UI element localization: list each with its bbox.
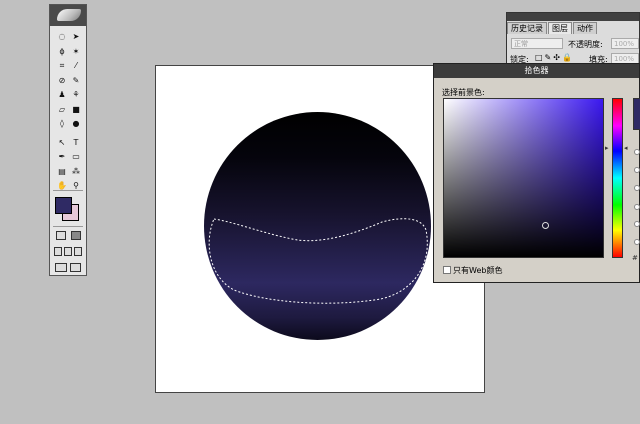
opacity-label: 不透明度: bbox=[568, 40, 603, 49]
path-selection-tool-icon[interactable]: ↖ bbox=[56, 138, 68, 148]
lock-icons[interactable]: □✎✣🔒 bbox=[535, 53, 574, 62]
quick-mask-mode-icon[interactable] bbox=[71, 231, 81, 240]
foreground-prompt: 选择前景色: bbox=[442, 88, 485, 97]
pen-tool-icon[interactable]: ✒ bbox=[56, 152, 68, 162]
shape-tool-icon[interactable]: ▭ bbox=[70, 152, 82, 162]
toolbox-header[interactable] bbox=[50, 5, 86, 26]
hue-slider[interactable] bbox=[612, 98, 623, 258]
notes-tool-icon[interactable]: ▤ bbox=[56, 167, 68, 177]
screen-mode-full-icon[interactable] bbox=[74, 247, 82, 256]
eyedropper-tool-icon[interactable]: ⁂ bbox=[70, 167, 82, 177]
color-picker-ring[interactable] bbox=[542, 222, 549, 229]
opacity-field[interactable]: 100% bbox=[611, 38, 639, 49]
tab-actions[interactable]: 动作 bbox=[573, 22, 597, 34]
gradient-tool-icon[interactable]: ■ bbox=[70, 105, 82, 115]
eraser-tool-icon[interactable]: ▱ bbox=[56, 105, 68, 115]
web-colors-label: 只有Web颜色 bbox=[453, 266, 503, 275]
color-picker-dialog: 拾色器 选择前景色: ▸ ◂ # 只有Web颜色 bbox=[433, 63, 640, 283]
dialog-title[interactable]: 拾色器 bbox=[434, 64, 639, 78]
stamp-tool-icon[interactable]: ♟ bbox=[56, 90, 68, 100]
dodge-tool-icon[interactable]: ● bbox=[70, 119, 82, 129]
radio-h[interactable] bbox=[634, 149, 640, 155]
lasso-tool-icon[interactable]: ϕ bbox=[56, 47, 68, 57]
magic-wand-tool-icon[interactable]: ✶ bbox=[70, 47, 82, 57]
blend-mode-select[interactable]: 正常 bbox=[511, 38, 563, 49]
history-brush-tool-icon[interactable]: ⚘ bbox=[70, 90, 82, 100]
hue-left-arrow-icon[interactable]: ▸ bbox=[605, 144, 609, 152]
radio-r[interactable] bbox=[634, 204, 640, 210]
crop-tool-icon[interactable]: ⌗ bbox=[56, 61, 68, 71]
radio-g[interactable] bbox=[634, 221, 640, 227]
selection-marquee bbox=[208, 218, 428, 304]
palette-title-bar[interactable] bbox=[507, 13, 639, 21]
foreground-color-swatch[interactable] bbox=[55, 197, 72, 214]
toolbox-divider bbox=[53, 226, 83, 227]
color-preview-swatch bbox=[633, 98, 640, 130]
brush-tool-icon[interactable]: ✎ bbox=[70, 76, 82, 86]
screen-mode-standard-icon[interactable] bbox=[54, 247, 62, 256]
slice-tool-icon[interactable]: ⁄ bbox=[70, 61, 82, 71]
radio-b-blue[interactable] bbox=[634, 239, 640, 245]
hex-label: # bbox=[632, 254, 638, 262]
toolbox-divider bbox=[53, 190, 83, 191]
jump-to-imageready-icon[interactable] bbox=[55, 263, 67, 272]
marquee-tool-icon[interactable]: ◌ bbox=[56, 32, 68, 42]
web-colors-checkbox[interactable] bbox=[443, 266, 451, 274]
standard-mode-icon[interactable] bbox=[56, 231, 66, 240]
radio-b[interactable] bbox=[634, 185, 640, 191]
move-tool-icon[interactable]: ➤ bbox=[70, 32, 82, 42]
blur-tool-icon[interactable]: ◊ bbox=[56, 119, 68, 129]
tab-history[interactable]: 历史记录 bbox=[507, 22, 547, 34]
feather-logo-icon bbox=[57, 9, 81, 21]
toolbox: ◌ ➤ ϕ ✶ ⌗ ⁄ ⊘ ✎ ♟ ⚘ ▱ ■ ◊ ● ↖ T ✒ ▭ ▤ ⁂ ✋ ⚲ bbox=[49, 4, 87, 276]
edit-in-imageready-icon[interactable] bbox=[70, 263, 81, 272]
radio-s[interactable] bbox=[634, 167, 640, 173]
type-tool-icon[interactable]: T bbox=[70, 138, 82, 148]
saturation-brightness-field[interactable] bbox=[443, 98, 604, 258]
hue-right-arrow-icon[interactable]: ◂ bbox=[624, 144, 628, 152]
screen-mode-full-menu-icon[interactable] bbox=[64, 247, 72, 256]
healing-brush-tool-icon[interactable]: ⊘ bbox=[56, 76, 68, 86]
tab-layers[interactable]: 图层 bbox=[548, 22, 572, 34]
